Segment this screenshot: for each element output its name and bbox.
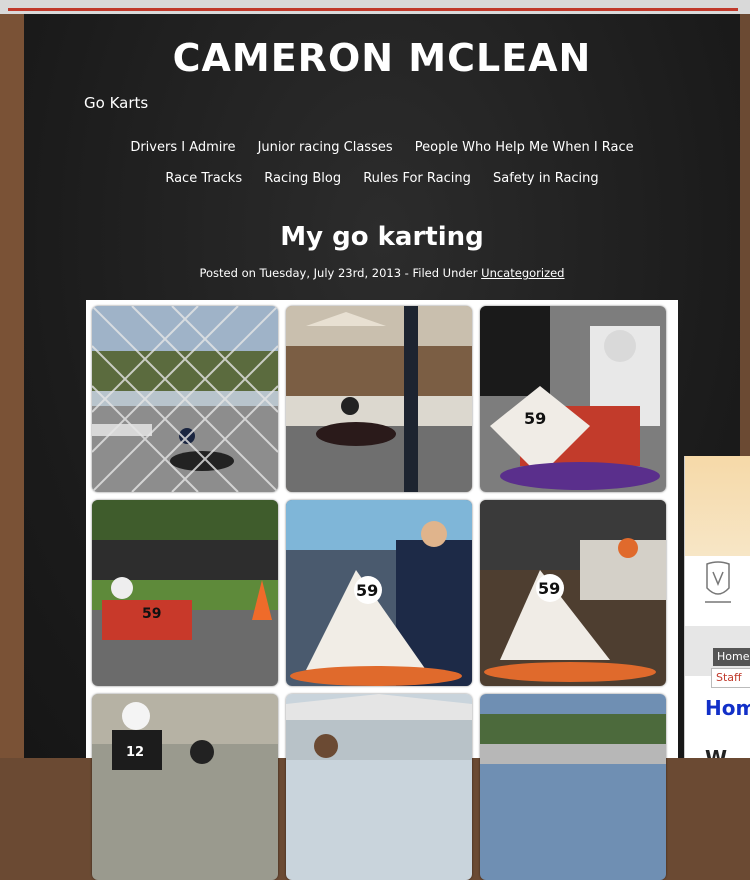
overlapping-window: Home Staff Hom W (684, 456, 750, 758)
post-category-link[interactable]: Uncategorized (481, 266, 564, 280)
overlapping-staff-tab[interactable]: Staff (711, 668, 750, 688)
gallery-photo-8[interactable] (286, 694, 472, 880)
race-track-view-image (480, 694, 666, 880)
photo-gallery: 59 59 59 59 12 (86, 300, 678, 880)
gallery-photo-4[interactable]: 59 (92, 500, 278, 686)
nav-row-1: Drivers I Admire Junior racing Classes P… (24, 140, 740, 155)
nav-race-tracks[interactable]: Race Tracks (165, 171, 242, 186)
nav-people-who-help[interactable]: People Who Help Me When I Race (415, 140, 634, 155)
driver-in-kart-59-image: 59 (480, 306, 666, 492)
gallery-photo-5[interactable]: 59 (286, 500, 472, 686)
overlapping-heading: W (705, 746, 728, 758)
gallery-photo-7[interactable]: 12 (92, 694, 278, 880)
nav-junior-racing-classes[interactable]: Junior racing Classes (258, 140, 393, 155)
browser-top-strip (0, 0, 750, 14)
site-tagline: Go Karts (84, 94, 149, 112)
overlapping-window-banner (685, 456, 750, 556)
driver-helmet-12-image: 12 (92, 694, 278, 880)
two-karts-garage-image: 59 (480, 500, 666, 686)
nav-racing-blog[interactable]: Racing Blog (264, 171, 341, 186)
gallery-photo-9[interactable] (480, 694, 666, 880)
post-title[interactable]: My go karting (24, 222, 740, 252)
boy-with-kart-59-image: 59 (286, 500, 472, 686)
gallery-photo-6[interactable]: 59 (480, 500, 666, 686)
nav-row-2: Race Tracks Racing Blog Rules For Racing… (24, 171, 740, 186)
svg-text:59: 59 (538, 579, 560, 598)
post-meta: Posted on Tuesday, July 23rd, 2013 - Fil… (24, 266, 740, 280)
gallery-photo-1[interactable] (92, 306, 278, 492)
site-title[interactable]: CAMERON MCLEAN (24, 36, 740, 80)
spectator-tent-image (286, 694, 472, 880)
nav-safety-in-racing[interactable]: Safety in Racing (493, 171, 599, 186)
post-meta-prefix: Posted on Tuesday, July 23rd, 2013 - Fil… (199, 266, 478, 280)
top-accent-line (8, 8, 738, 11)
kart-behind-fence-image (92, 306, 278, 492)
overlapping-home-link[interactable]: Hom (705, 696, 750, 720)
svg-text:59: 59 (524, 409, 546, 428)
kart-orange-cone-image: 59 (92, 500, 278, 686)
nav-drivers-i-admire[interactable]: Drivers I Admire (130, 140, 235, 155)
kart-on-track-tent-image (286, 306, 472, 492)
overlapping-home-tab[interactable]: Home (713, 648, 750, 666)
gallery-photo-2[interactable] (286, 306, 472, 492)
svg-text:59: 59 (356, 581, 378, 600)
chalkboard-page: CAMERON MCLEAN Go Karts Drivers I Admire… (24, 14, 740, 880)
gallery-photo-3[interactable]: 59 (480, 306, 666, 492)
school-crest-icon (705, 561, 731, 603)
svg-text:59: 59 (142, 606, 161, 622)
nav-rules-for-racing[interactable]: Rules For Racing (363, 171, 471, 186)
